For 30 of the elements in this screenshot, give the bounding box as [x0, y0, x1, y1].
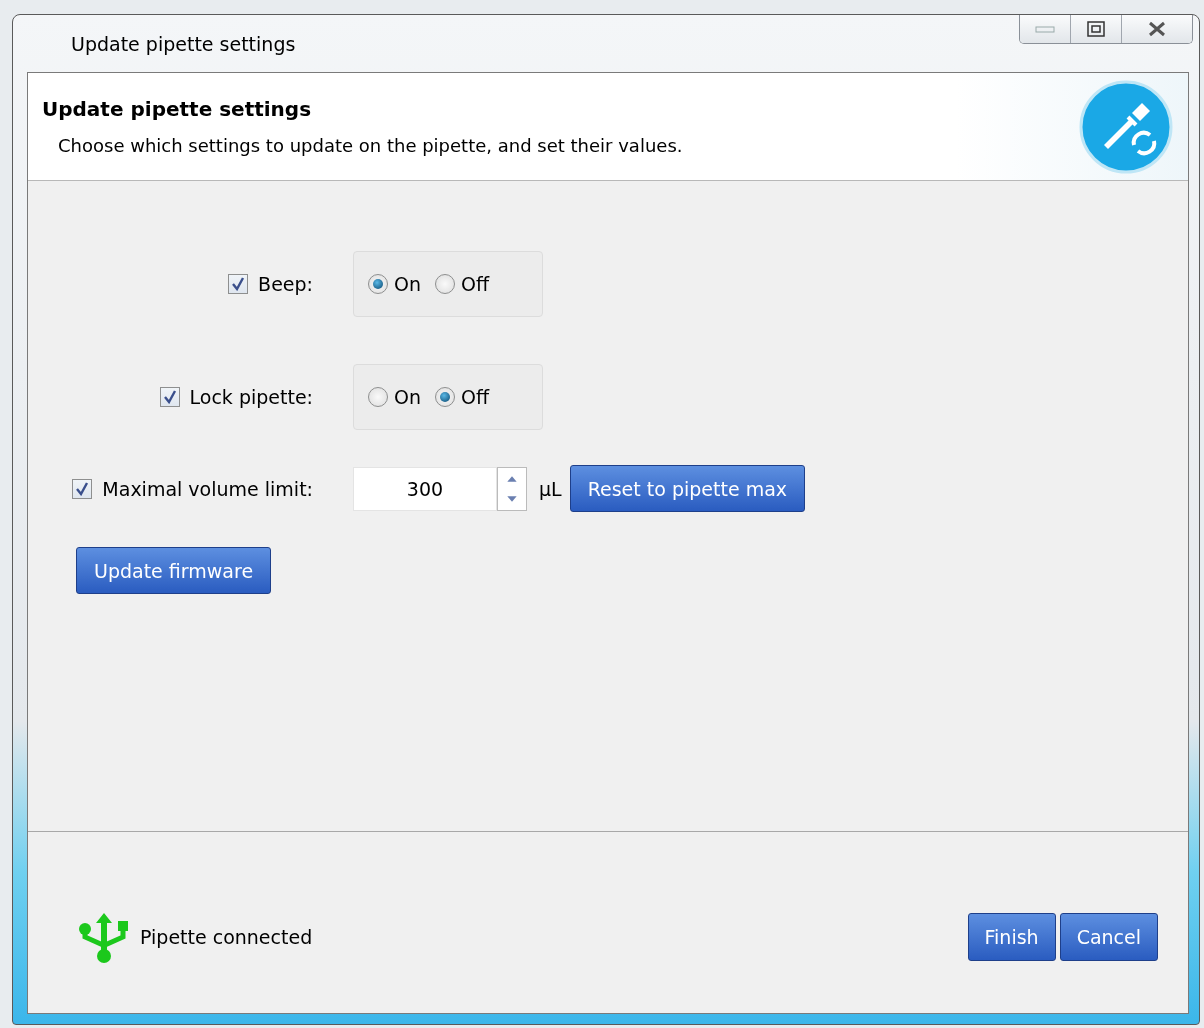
pipette-sync-icon	[1078, 79, 1174, 175]
close-button[interactable]	[1121, 15, 1192, 43]
radio-button[interactable]	[368, 274, 388, 294]
reset-button[interactable]: Reset to pipette max	[569, 465, 806, 512]
close-icon	[1147, 20, 1167, 38]
setting-label: Lock pipette:	[189, 386, 313, 408]
dialog-button[interactable]: Cancel	[1059, 912, 1158, 961]
radio-option[interactable]: Off	[435, 273, 490, 295]
radio-button[interactable]	[435, 274, 455, 294]
status-text: Pipette connected	[140, 925, 313, 948]
dialog-button[interactable]: Finish	[967, 912, 1056, 961]
page-description: Choose which settings to update on the pipette, and set their values.	[58, 135, 683, 156]
volume-field[interactable]: 300	[353, 466, 497, 511]
unit-label: µL	[539, 477, 562, 500]
radio-option[interactable]: On	[368, 273, 421, 295]
radio-option[interactable]: On	[368, 386, 421, 408]
maximize-icon	[1087, 21, 1105, 37]
window-title: Update pipette settings	[71, 32, 296, 55]
minimize-icon	[1035, 24, 1055, 34]
radio-button[interactable]	[435, 387, 455, 407]
setting-label: Maximal volume limit:	[102, 477, 313, 500]
page-title: Update pipette settings	[42, 97, 313, 121]
radio-option[interactable]: Off	[435, 386, 490, 408]
update-firmware-button[interactable]: Update firmware	[76, 547, 272, 594]
checkbox[interactable]	[228, 274, 249, 294]
checkbox[interactable]	[159, 387, 180, 407]
setting-label: Beep:	[258, 273, 313, 295]
maximize-button[interactable]	[1070, 15, 1121, 43]
radio-button[interactable]	[368, 387, 388, 407]
checkbox[interactable]	[72, 478, 93, 499]
